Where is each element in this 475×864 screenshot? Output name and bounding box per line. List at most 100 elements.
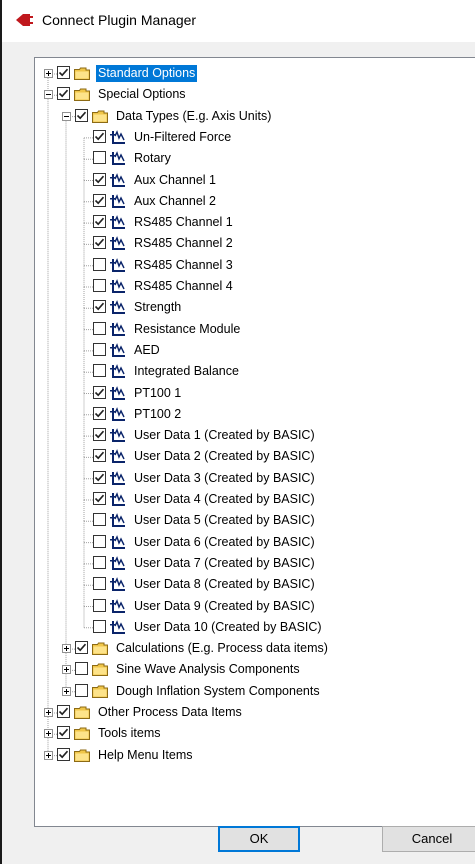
tree-node[interactable]: User Data 1 (Created by BASIC) [35, 426, 475, 446]
tree-node[interactable]: User Data 10 (Created by BASIC) [35, 618, 475, 638]
node-checkbox[interactable] [93, 342, 106, 356]
node-checkbox[interactable] [93, 279, 106, 292]
node-checkbox[interactable] [93, 257, 106, 271]
node-checkbox[interactable] [57, 726, 70, 740]
node-checkbox[interactable] [57, 705, 70, 718]
node-checkbox[interactable] [93, 129, 106, 143]
tree-node[interactable]: Strength [35, 298, 475, 318]
node-checkbox[interactable] [93, 364, 106, 378]
node-checkbox[interactable] [93, 385, 106, 399]
node-label[interactable]: Other Process Data Items [96, 704, 244, 721]
tree-node[interactable]: AED [35, 341, 475, 361]
expand-icon[interactable] [44, 729, 53, 739]
node-checkbox[interactable] [93, 470, 106, 484]
node-label[interactable]: Sine Wave Analysis Components [114, 661, 302, 678]
node-label[interactable]: RS485 Channel 1 [132, 214, 235, 231]
node-label[interactable]: PT100 1 [132, 385, 183, 402]
collapse-icon[interactable] [44, 90, 53, 100]
node-checkbox[interactable] [75, 641, 88, 655]
tree-node[interactable]: RS485 Channel 2 [35, 234, 475, 254]
node-label[interactable]: User Data 1 (Created by BASIC) [132, 427, 317, 444]
node-label[interactable]: Aux Channel 2 [132, 193, 218, 210]
node-label[interactable]: User Data 7 (Created by BASIC) [132, 555, 317, 572]
node-checkbox[interactable] [93, 321, 106, 335]
tree-node[interactable]: Resistance Module [35, 320, 475, 340]
tree-node[interactable]: Sine Wave Analysis Components [35, 660, 475, 680]
node-checkbox[interactable] [93, 300, 106, 314]
node-label[interactable]: User Data 9 (Created by BASIC) [132, 598, 317, 615]
node-label[interactable]: RS485 Channel 3 [132, 257, 235, 274]
tree-node[interactable]: Help Menu Items [35, 746, 475, 766]
tree-node[interactable]: Calculations (E.g. Process data items) [35, 639, 475, 659]
node-label[interactable]: Special Options [96, 86, 188, 103]
tree-node[interactable]: Integrated Balance [35, 362, 475, 382]
node-label[interactable]: Dough Inflation System Components [114, 683, 322, 700]
cancel-button[interactable]: Cancel [382, 826, 475, 852]
node-checkbox[interactable] [93, 619, 106, 633]
collapse-icon[interactable] [62, 111, 71, 121]
node-label[interactable]: Standard Options [96, 65, 198, 82]
node-checkbox[interactable] [93, 428, 106, 442]
tree-node[interactable]: Dough Inflation System Components [35, 682, 475, 702]
node-checkbox[interactable] [93, 236, 106, 250]
tree-node[interactable]: RS485 Channel 1 [35, 213, 475, 233]
node-label[interactable]: User Data 4 (Created by BASIC) [132, 491, 317, 508]
tree-node[interactable]: User Data 2 (Created by BASIC) [35, 447, 475, 467]
node-checkbox[interactable] [93, 193, 106, 207]
node-label[interactable]: Tools items [96, 725, 163, 742]
tree-node[interactable]: User Data 7 (Created by BASIC) [35, 554, 475, 574]
node-label[interactable]: User Data 6 (Created by BASIC) [132, 534, 317, 551]
node-checkbox[interactable] [93, 215, 106, 229]
expand-icon[interactable] [62, 665, 71, 675]
node-checkbox[interactable] [57, 87, 70, 101]
expand-icon[interactable] [62, 686, 71, 696]
node-label[interactable]: User Data 8 (Created by BASIC) [132, 576, 317, 593]
node-checkbox[interactable] [93, 492, 106, 505]
tree-node[interactable]: Rotary [35, 149, 475, 169]
node-checkbox[interactable] [75, 683, 88, 697]
node-checkbox[interactable] [57, 747, 70, 761]
node-label[interactable]: Integrated Balance [132, 363, 241, 380]
tree-node[interactable]: Data Types (E.g. Axis Units) [35, 107, 475, 127]
expand-icon[interactable] [62, 644, 71, 654]
node-label[interactable]: User Data 5 (Created by BASIC) [132, 512, 317, 529]
node-label[interactable]: Rotary [132, 150, 173, 167]
node-checkbox[interactable] [93, 406, 106, 420]
expand-icon[interactable] [44, 708, 53, 717]
ok-button[interactable]: OK [218, 826, 300, 852]
tree-node[interactable]: User Data 9 (Created by BASIC) [35, 597, 475, 617]
node-checkbox[interactable] [93, 513, 106, 527]
tree-node[interactable]: PT100 1 [35, 384, 475, 404]
node-label[interactable]: Aux Channel 1 [132, 172, 218, 189]
tree-node[interactable]: Un-Filtered Force [35, 128, 475, 148]
node-label[interactable]: Calculations (E.g. Process data items) [114, 640, 330, 657]
node-label[interactable]: Help Menu Items [96, 747, 194, 764]
node-label[interactable]: AED [132, 342, 162, 359]
node-label[interactable]: User Data 10 (Created by BASIC) [132, 619, 324, 636]
expand-icon[interactable] [44, 750, 53, 760]
node-label[interactable]: PT100 2 [132, 406, 183, 423]
tree-node[interactable]: User Data 4 (Created by BASIC) [35, 490, 475, 510]
title-bar[interactable]: Connect Plugin Manager [2, 0, 475, 42]
node-checkbox[interactable] [93, 598, 106, 612]
node-label[interactable]: RS485 Channel 2 [132, 235, 235, 252]
tree-node[interactable]: Aux Channel 1 [35, 171, 475, 191]
node-label[interactable]: Data Types (E.g. Axis Units) [114, 108, 273, 125]
tree-node[interactable]: Other Process Data Items [35, 703, 475, 723]
node-checkbox[interactable] [93, 151, 106, 165]
node-checkbox[interactable] [93, 577, 106, 591]
node-label[interactable]: Strength [132, 299, 183, 316]
tree-node[interactable]: RS485 Channel 3 [35, 256, 475, 276]
node-checkbox[interactable] [93, 534, 106, 548]
node-checkbox[interactable] [57, 66, 70, 79]
node-label[interactable]: User Data 2 (Created by BASIC) [132, 448, 317, 465]
node-checkbox[interactable] [93, 555, 106, 569]
node-label[interactable]: RS485 Channel 4 [132, 278, 235, 295]
tree-node[interactable]: User Data 3 (Created by BASIC) [35, 469, 475, 489]
tree-node[interactable]: Special Options [35, 85, 475, 105]
tree-node[interactable]: User Data 5 (Created by BASIC) [35, 511, 475, 531]
tree-node[interactable]: User Data 8 (Created by BASIC) [35, 575, 475, 595]
tree-node[interactable]: PT100 2 [35, 405, 475, 425]
tree-node[interactable]: Tools items [35, 724, 475, 744]
node-checkbox[interactable] [75, 662, 88, 676]
